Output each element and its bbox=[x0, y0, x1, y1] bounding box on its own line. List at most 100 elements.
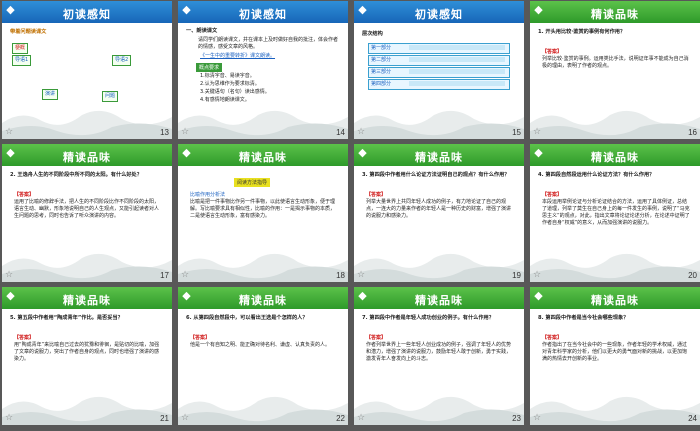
answer-label: 【答案】 bbox=[542, 192, 563, 198]
answer-text: 用“陶成青年”来比喻自己过去的犹豫和徘徊，是贴切的比喻，加强了文章的说服力，突出… bbox=[14, 342, 160, 362]
structure-label: 第一部分 bbox=[371, 45, 392, 51]
answer-label: 【答案】 bbox=[366, 192, 387, 198]
answer-label: 【答案】 bbox=[14, 192, 35, 198]
slide-thumbnail[interactable]: ◆ 精读品味 8. 第四段中作者是当今社会哪些现象？ 【答案】 作者指出了在当今社会中的… bbox=[530, 287, 700, 425]
slide-header: ◆ 精读品味 bbox=[354, 144, 524, 166]
slide-question: 5. 第五段中作者用“陶成青年”作比。是否妥当？ bbox=[10, 315, 123, 321]
slide-header: ◆ 精读品味 bbox=[354, 287, 524, 309]
slide-header: ◆ 初读感知 bbox=[2, 1, 172, 23]
slide-star-icon[interactable]: ☆ bbox=[181, 270, 189, 280]
slide-thumbnail[interactable]: ◆ 精读品味 7. 第四段中作者是年轻人成功创业的例子。有什么作用？ 【答案】 作者列举… bbox=[354, 287, 524, 425]
slide-star-icon[interactable]: ☆ bbox=[533, 413, 541, 423]
slide-question: 7. 第四段中作者是年轻人成功创业的例子。有什么作用？ bbox=[362, 315, 494, 321]
structure-desc bbox=[409, 57, 505, 62]
slide-title: 初读感知 bbox=[415, 8, 463, 21]
structure-desc bbox=[409, 81, 505, 86]
mountain-decoration bbox=[2, 396, 172, 425]
mindmap-node: 问题 bbox=[102, 91, 119, 102]
slide-number: 24 bbox=[688, 414, 697, 423]
slide-star-icon[interactable]: ☆ bbox=[357, 413, 365, 423]
answer-text: 列举比较·鉴赏的事例。运用类比手法，说明证年事不能成为自己消极的理由，表明了作者… bbox=[542, 56, 689, 69]
slide-thumbnail[interactable]: ◆ 精读品味 阅读方法指导 比喻作用分析法 比喻是把一件事物比作另一件事物，以此使语言生… bbox=[178, 144, 348, 282]
answer-text: 他是一个有自知之明、能正确对待名利、谦虚、认真负责的人。 bbox=[190, 342, 331, 348]
slide-thumbnail[interactable]: ◆ 精读品味 3. 第四段中作者用什么论证方法证明自己的观点？有什么作用？ 【答案】列… bbox=[354, 144, 524, 282]
structure-desc bbox=[409, 45, 505, 50]
answer-label: 【答案】 bbox=[14, 335, 35, 341]
mountain-decoration bbox=[178, 396, 348, 425]
slide-number: 13 bbox=[160, 128, 169, 137]
method-desc: 比喻是把一件事物比作另一件事物，以此使语言生动形象，便于理解。写比喻要求具有相似… bbox=[190, 199, 336, 219]
structure-label: 第三部分 bbox=[371, 69, 392, 75]
slide-question: 4. 第四段自然段运用什么论证方法？有什么作用？ bbox=[538, 172, 655, 178]
slide-number: 19 bbox=[512, 271, 521, 280]
slide-star-icon[interactable]: ☆ bbox=[181, 413, 189, 423]
mindmap-node: 演讲 bbox=[42, 89, 59, 100]
structure-row: 第三部分 bbox=[368, 67, 510, 78]
slide-thumbnail[interactable]: ◆ 初读感知 层次结构 第一部分 第二部分 第三部分 第四部分 ☆ 15 bbox=[354, 1, 524, 139]
slide-star-icon[interactable]: ☆ bbox=[181, 127, 189, 137]
slide-header: ◆ 精读品味 bbox=[2, 287, 172, 309]
structure-row: 第四部分 bbox=[368, 79, 510, 90]
slide-number: 22 bbox=[336, 414, 345, 423]
structure-label: 第二部分 bbox=[371, 57, 392, 63]
mindmap-node: 导语2 bbox=[112, 55, 132, 66]
slide-title: 精读品味 bbox=[63, 151, 111, 164]
mountain-decoration bbox=[530, 253, 700, 282]
answer-text: 本段运用举例论证与分析论证结合的方法，运用了具体例证，总结了道理，列举了莫生在自… bbox=[542, 199, 690, 226]
mountain-decoration bbox=[354, 253, 524, 282]
slide-title: 精读品味 bbox=[591, 8, 639, 21]
slide-thumbnail[interactable]: ◆ 精读品味 4. 第四段自然段运用什么论证方法？有什么作用？ 【答案】 本段运用举例论… bbox=[530, 144, 700, 282]
slide-title: 精读品味 bbox=[415, 151, 463, 164]
slide-star-icon[interactable]: ☆ bbox=[357, 270, 365, 280]
slide-header: ◆ 精读品味 bbox=[2, 144, 172, 166]
slide-number: 15 bbox=[512, 128, 521, 137]
slide-title: 初读感知 bbox=[239, 8, 287, 21]
slide-star-icon[interactable]: ☆ bbox=[357, 127, 365, 137]
slide-title: 精读品味 bbox=[239, 294, 287, 307]
slide-thumbnail[interactable]: ◆ 精读品味 5. 第五段中作者用“陶成青年”作比。是否妥当？ 【答案】 用“陶成青年”… bbox=[2, 287, 172, 425]
slide-thumbnail[interactable]: ◆ 初读感知 一、朗读课文 请同学们朗读课文，并在课本上及时做好自我的批注，体会作者的… bbox=[178, 1, 348, 139]
mountain-decoration bbox=[354, 110, 524, 139]
slide-star-icon[interactable]: ☆ bbox=[533, 127, 541, 137]
answer-text: 运用了比喻的修辞手法，把人生的不同阶段比作不同阶段的太阳，语言生动、幽默，形象地… bbox=[14, 199, 160, 219]
slide-question: 1. 开头用比较·鉴赏的事例有何作用？ bbox=[538, 29, 626, 35]
mountain-decoration bbox=[530, 110, 700, 139]
mountain-decoration bbox=[178, 110, 348, 139]
slide-star-icon[interactable]: ☆ bbox=[5, 270, 13, 280]
method-label: 阅读方法指导 bbox=[234, 178, 271, 187]
requirement-item: 2.认为思维作为要求标清。 bbox=[200, 81, 260, 87]
answer-label: 【答案】 bbox=[190, 335, 211, 341]
slide-question: 8. 第四段中作者是当今社会哪些现象？ bbox=[538, 315, 629, 321]
slide-header: ◆ 精读品味 bbox=[530, 287, 700, 309]
mountain-decoration bbox=[2, 110, 172, 139]
structure-desc bbox=[409, 69, 505, 74]
slide-star-icon[interactable]: ☆ bbox=[5, 413, 13, 423]
slide-header: ◆ 精读品味 bbox=[530, 1, 700, 23]
slide-star-icon[interactable]: ☆ bbox=[5, 127, 13, 137]
slide-thumbnail[interactable]: ◆ 精读品味 1. 开头用比较·鉴赏的事例有何作用？ 【答案】 列举比较·鉴赏的事例。运… bbox=[530, 1, 700, 139]
slide-sorter-grid: ◆ 初读感知 带着问题读课文 梗概 导语1 导语2 演讲 问题 ☆ 13 ◆ 初读感知 一、朗读课文 请同… bbox=[0, 0, 700, 431]
mindmap-node: 梗概 bbox=[12, 43, 29, 54]
slide-number: 16 bbox=[688, 128, 697, 137]
structure-row: 第一部分 bbox=[368, 43, 510, 54]
slide-number: 14 bbox=[336, 128, 345, 137]
slide-header: ◆ 精读品味 bbox=[178, 144, 348, 166]
answer-text: 作者列举世界上一些年轻人创业成功的例子，强调了年轻人的优势和潜力，增强了演讲的说… bbox=[366, 342, 512, 362]
slide-title: 精读品味 bbox=[591, 294, 639, 307]
reading-link[interactable]: 《一生中的重要转折》课文朗读。 bbox=[200, 53, 275, 60]
slide-thumbnail[interactable]: ◆ 初读感知 带着问题读课文 梗概 导语1 导语2 演讲 问题 ☆ 13 bbox=[2, 1, 172, 139]
slide-number: 18 bbox=[336, 271, 345, 280]
requirement-item: 1.标清字音、易读字音。 bbox=[200, 73, 255, 79]
slide-thumbnail[interactable]: ◆ 精读品味 6. 从第四段自然段中，可以看出王选是个怎样的人？ 【答案】 他是一个有自… bbox=[178, 287, 348, 425]
requirement-item: 4.有感情地朗读课文。 bbox=[200, 97, 250, 103]
slide-header: ◆ 精读品味 bbox=[178, 287, 348, 309]
slide-thumbnail[interactable]: ◆ 精读品味 2. 王逸舟人生的不同阶段中所不同的太阳。有什么好处？ 【答案】 运用了比… bbox=[2, 144, 172, 282]
requirements-label: 概点要求 bbox=[196, 63, 223, 72]
slide-header: ◆ 初读感知 bbox=[354, 1, 524, 23]
slide-star-icon[interactable]: ☆ bbox=[533, 270, 541, 280]
slide-question: 3. 第四段中作者用什么论证方法证明自己的观点？有什么作用？ bbox=[362, 172, 510, 178]
answer-label: 【答案】 bbox=[366, 335, 387, 341]
slide-question: 6. 从第四段自然段中，可以看出王选是个怎样的人？ bbox=[186, 315, 308, 321]
slide-heading: 一、朗读课文 bbox=[186, 28, 218, 34]
mindmap-node: 导语1 bbox=[12, 55, 32, 66]
